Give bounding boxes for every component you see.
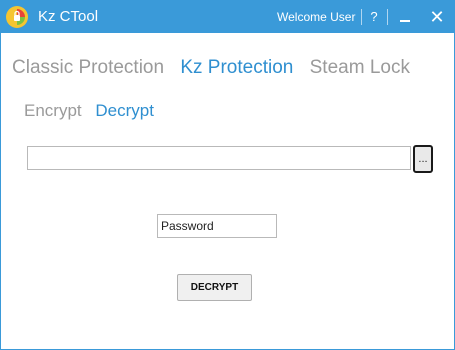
tab-kz-protection[interactable]: Kz Protection xyxy=(180,57,293,79)
help-button[interactable]: ? xyxy=(367,8,381,26)
minimize-icon xyxy=(400,20,410,22)
app-title: Kz CTool xyxy=(38,8,99,25)
subtab-encrypt[interactable]: Encrypt xyxy=(24,101,82,121)
subtab-decrypt[interactable]: Decrypt xyxy=(95,101,154,121)
sub-tabs: Encrypt Decrypt xyxy=(24,101,163,121)
file-path-input[interactable] xyxy=(27,146,411,170)
tab-classic-protection[interactable]: Classic Protection xyxy=(12,57,164,79)
minimize-button[interactable] xyxy=(397,9,413,25)
browse-button[interactable]: ... xyxy=(413,145,433,173)
tab-steam-lock[interactable]: Steam Lock xyxy=(310,57,410,79)
app-logo-icon xyxy=(6,6,28,28)
title-separator xyxy=(387,9,388,25)
close-button[interactable]: ✕ xyxy=(428,7,446,27)
app-window: Kz CTool Welcome User ? ✕ Classic Protec… xyxy=(0,0,455,350)
title-separator xyxy=(361,9,362,25)
title-bar[interactable]: Kz CTool Welcome User ? ✕ xyxy=(1,1,454,33)
main-tabs: Classic Protection Kz Protection Steam L… xyxy=(12,57,421,79)
decrypt-button[interactable]: DECRYPT xyxy=(177,274,252,301)
welcome-user-label: Welcome User xyxy=(277,10,356,24)
password-input[interactable] xyxy=(157,214,277,238)
